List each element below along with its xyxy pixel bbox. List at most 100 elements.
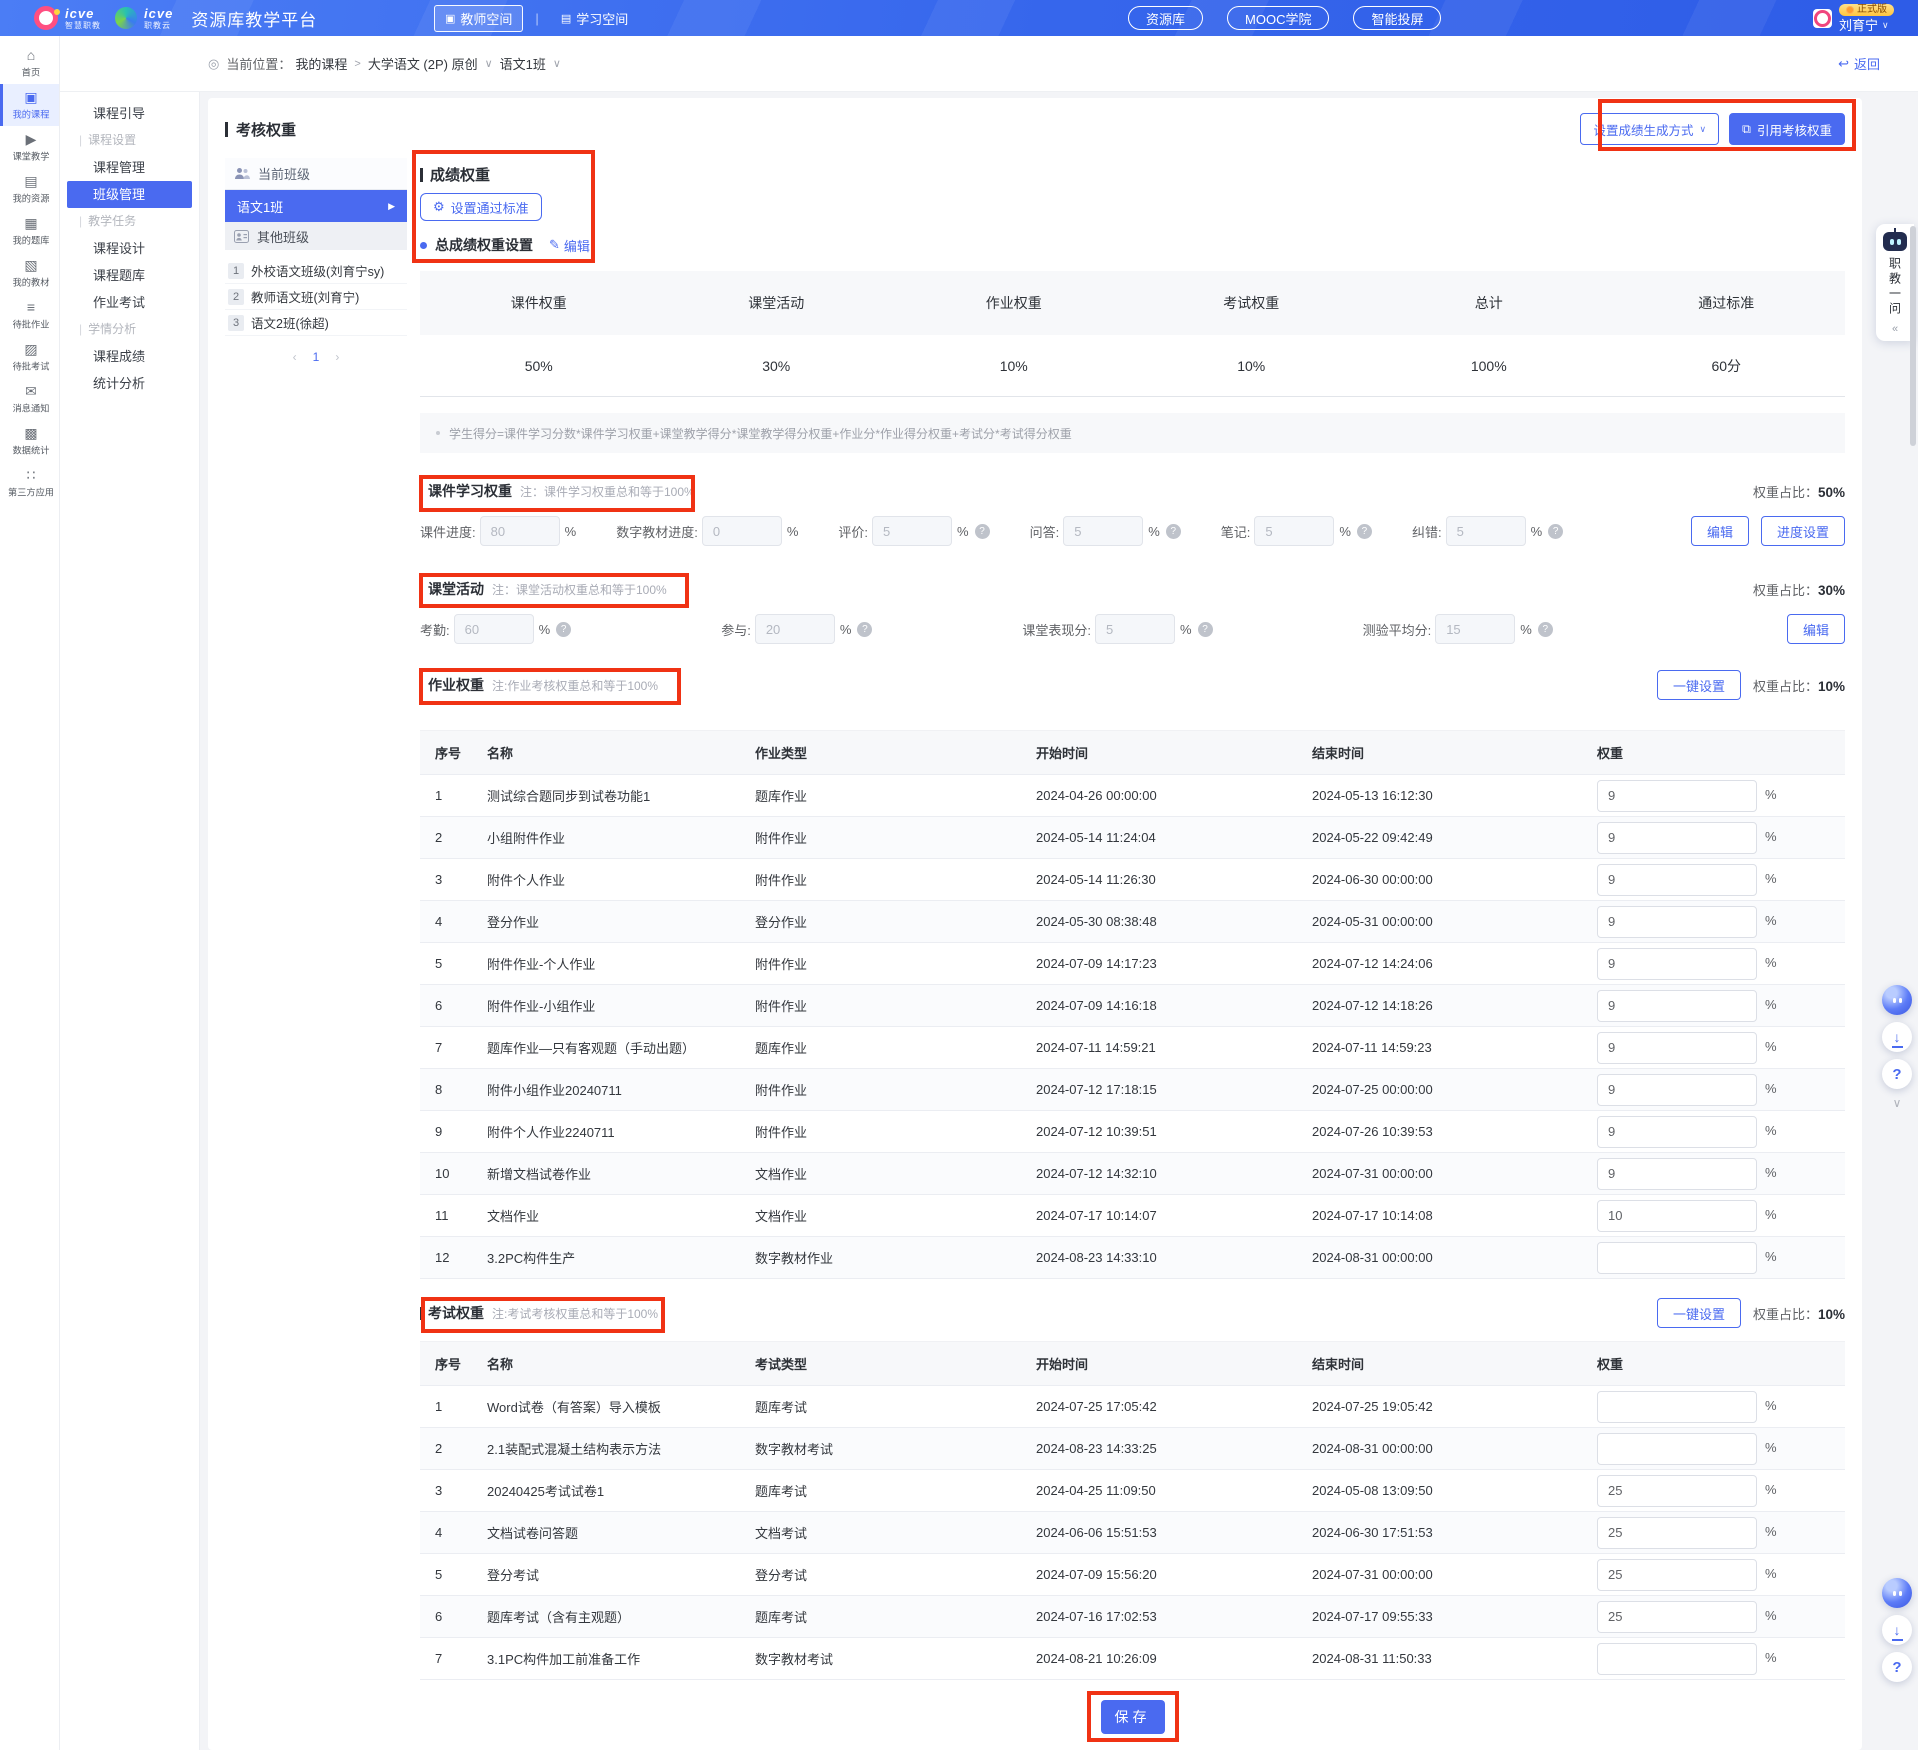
teacher-space-button[interactable]: ▣ 教师空间 [434,5,523,32]
help-button[interactable]: ? [1882,1652,1912,1682]
weight-input[interactable] [1597,1116,1757,1148]
help-icon[interactable]: ? [1538,622,1553,637]
class-name: 教师语文班(刘育宁) [251,287,359,306]
courseware-edit-button[interactable]: 编辑 [1691,516,1749,546]
breadcrumb-class[interactable]: 语文1班 [500,54,546,73]
collapse-icon[interactable]: « [1892,323,1898,335]
menu-item[interactable]: 课程成绩 [60,343,199,370]
weight-input[interactable] [1597,1433,1757,1465]
sidebar-item-message[interactable]: ✉消息通知 [0,378,59,420]
weight-input[interactable] [1597,1158,1757,1190]
help-button[interactable]: ? [1882,1059,1912,1089]
help-icon[interactable]: ? [1166,524,1181,539]
weight-input[interactable] [1597,1643,1757,1675]
scrollbar-thumb[interactable] [1910,226,1916,446]
participation-input[interactable] [755,614,835,644]
menu-item[interactable]: 课程引导 [60,100,199,127]
sidebar-item-my-resources[interactable]: ▤我的资源 [0,168,59,210]
sidebar-item-pending-homework[interactable]: ≡待批作业 [0,294,59,336]
weight-input[interactable] [1597,822,1757,854]
weight-input[interactable] [1597,1242,1757,1274]
notes-input[interactable] [1254,516,1334,546]
current-class-item[interactable]: 语文1班 ▶ [225,190,407,222]
assistant-sphere-icon[interactable] [1882,1578,1912,1608]
weight-input[interactable] [1597,948,1757,980]
mini-app-icon[interactable] [1813,9,1832,28]
sidebar-item-home[interactable]: ⌂首页 [0,42,59,84]
menu-item[interactable]: 班级管理 [67,181,192,208]
set-grade-generation-button[interactable]: 设置成绩生成方式 ∨ [1580,113,1719,145]
download-button[interactable]: ↓ [1882,1022,1912,1052]
help-icon[interactable]: ? [1548,524,1563,539]
chevron-down-icon[interactable]: ∨ [1893,1096,1902,1110]
weight-input[interactable] [1597,1391,1757,1423]
assistant-sphere-icon[interactable] [1882,985,1912,1015]
summary-header: 总计 [1370,271,1608,335]
menu-item[interactable]: 统计分析 [60,370,199,397]
download-button[interactable]: ↓ [1882,1615,1912,1645]
mooc-college-button[interactable]: MOOC学院 [1227,6,1329,30]
digital-textbook-progress-input[interactable] [702,516,782,546]
weight-input[interactable] [1597,780,1757,812]
weight-input[interactable] [1597,1200,1757,1232]
pagination-prev[interactable]: ‹ [293,350,297,364]
percent-sign: % [1765,871,1777,886]
weight-input[interactable] [1597,1074,1757,1106]
weight-input[interactable] [1597,1559,1757,1591]
weight-input[interactable] [1597,1032,1757,1064]
quiz-average-input[interactable] [1435,614,1515,644]
weight-input[interactable] [1597,906,1757,938]
error-correction-input[interactable] [1446,516,1526,546]
assistant-tab[interactable]: 职教一问 « [1876,224,1914,341]
class-performance-input[interactable] [1095,614,1175,644]
menu-item[interactable]: 作业考试 [60,289,199,316]
exam-oneclick-button[interactable]: 一键设置 [1657,1298,1741,1328]
breadcrumb-course[interactable]: 大学语文 (2P) 原创 [368,54,478,73]
activity-edit-button[interactable]: 编辑 [1787,614,1845,644]
sidebar-item-data-statistics[interactable]: ▩数据统计 [0,420,59,462]
menu-item[interactable]: 课程设计 [60,235,199,262]
resource-library-button[interactable]: 资源库 [1128,6,1203,30]
menu-item[interactable]: 课程管理 [60,154,199,181]
pagination-page[interactable]: 1 [313,350,320,364]
help-icon[interactable]: ? [1357,524,1372,539]
table-row: 3附件个人作业附件作业2024-05-14 11:26:302024-06-30… [420,859,1845,901]
sidebar-item-textbook[interactable]: ▧我的教材 [0,252,59,294]
sidebar-item-pending-exam[interactable]: ▨待批考试 [0,336,59,378]
set-pass-standard-button[interactable]: ⚙ 设置通过标准 [420,193,542,221]
help-icon[interactable]: ? [857,622,872,637]
quote-assessment-weight-button[interactable]: ⧉ 引用考核权重 [1729,113,1845,145]
weight-input[interactable] [1597,1517,1757,1549]
pagination-next[interactable]: › [335,350,339,364]
help-icon[interactable]: ? [1198,622,1213,637]
weight-input[interactable] [1597,990,1757,1022]
qa-input[interactable] [1063,516,1143,546]
class-list-item[interactable]: 2教师语文班(刘育宁) [225,284,407,310]
save-button[interactable]: 保存 [1101,1700,1165,1734]
menu-item[interactable]: 课程题库 [60,262,199,289]
edit-total-weight-link[interactable]: ✎ 编辑 [549,236,590,255]
percent-sign: % [1765,1207,1777,1222]
weight-summary-table: 课件权重课堂活动作业权重考试权重总计通过标准 50%30%10%10%100%6… [420,271,1845,397]
evaluation-input[interactable] [872,516,952,546]
help-icon[interactable]: ? [556,622,571,637]
back-link[interactable]: ↩ 返回 [1838,54,1880,73]
weight-input[interactable] [1597,1601,1757,1633]
progress-setting-button[interactable]: 进度设置 [1761,516,1845,546]
courseware-progress-input[interactable] [480,516,560,546]
sidebar-item-third-party[interactable]: ∷第三方应用 [0,462,59,504]
class-list-item[interactable]: 3语文2班(徐超) [225,310,407,336]
smart-cast-button[interactable]: 智能投屏 [1353,6,1441,30]
user-menu[interactable]: 刘育宁 ∨ [1839,19,1889,32]
homework-oneclick-button[interactable]: 一键设置 [1657,670,1741,700]
sidebar-item-question-bank[interactable]: ▦我的题库 [0,210,59,252]
sidebar-item-classroom-teaching[interactable]: ▶课堂教学 [0,126,59,168]
learning-space-button[interactable]: ▤ 学习空间 [551,6,638,31]
sidebar-item-my-courses[interactable]: ▣我的课程 [0,84,59,126]
attendance-input[interactable] [454,614,534,644]
weight-input[interactable] [1597,1475,1757,1507]
weight-input[interactable] [1597,864,1757,896]
help-icon[interactable]: ? [975,524,990,539]
breadcrumb-my-courses[interactable]: 我的课程 [295,54,347,73]
class-list-item[interactable]: 1外校语文班级(刘育宁sy) [225,258,407,284]
